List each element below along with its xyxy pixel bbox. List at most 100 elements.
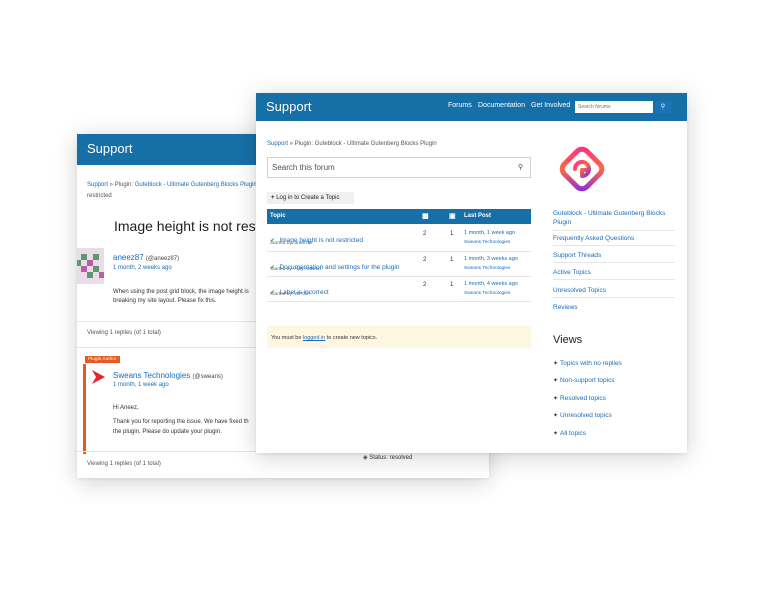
pin-icon: ✦: [553, 413, 559, 419]
topic-table-header: Topic ▩ ▣ Last Post: [267, 209, 531, 224]
view-label: Topics with no replies: [560, 360, 622, 367]
views-heading: Views: [553, 334, 583, 346]
front-header-title[interactable]: Support: [266, 99, 312, 114]
user-avatar[interactable]: [77, 248, 104, 284]
reply-timestamp[interactable]: 1 month, 1 week ago: [113, 382, 169, 388]
back-header-title[interactable]: Support: [87, 141, 133, 156]
reply-body-line1: Thank you for reporting the issue. We ha…: [113, 419, 249, 425]
login-link[interactable]: logged in: [303, 335, 325, 341]
breadcrumb-current: restricted: [87, 193, 112, 199]
view-label: Non-support topics: [560, 377, 615, 384]
replies-icon: ▣: [449, 213, 456, 220]
front-breadcrumb: Support » Plugin: Guteblock - Ultimate G…: [267, 141, 437, 147]
started-by-label: Started by:: [270, 292, 295, 297]
voice-count: 2: [423, 257, 427, 263]
plugin-title-line1: Guteblock - Ultimate Gutenberg Blocks: [553, 210, 666, 217]
breadcrumb-separator: » Plugin:: [108, 182, 135, 188]
forum-search-placeholder: Search this forum: [272, 163, 335, 172]
last-post-author[interactable]: Sweans Technologies: [464, 266, 510, 271]
view-resolved-topics[interactable]: ✦ Resolved topics: [553, 395, 606, 402]
sidebar-link-support-threads[interactable]: Support Threads: [553, 252, 675, 263]
op-author: aneez87 (@aneez87): [113, 253, 179, 262]
author-reply-marker: [83, 364, 86, 454]
topic-row: ✔ Label is incorrect Started by: WPGirl …: [267, 277, 531, 302]
guteblock-logo-icon[interactable]: [553, 140, 611, 198]
notice-text: You must be: [271, 335, 303, 341]
sidebar-plugin-link[interactable]: Guteblock - Ultimate Gutenberg Blocks Pl…: [553, 209, 675, 231]
view-all-topics[interactable]: ✦ All topics: [553, 430, 586, 437]
create-topic-label: Log in to Create a Topic: [276, 195, 340, 201]
topic-author-link[interactable]: WPGirl: [295, 292, 310, 297]
last-post-time[interactable]: 1 month, 4 weeks ago: [464, 281, 518, 287]
nav-forums[interactable]: Forums: [448, 102, 472, 109]
pin-icon: ✦: [553, 396, 559, 402]
op-author-name[interactable]: aneez87: [113, 253, 144, 262]
topic-status: ◈ Status: resolved: [363, 454, 412, 461]
pin-icon: ✦: [553, 378, 559, 384]
breadcrumb-plugin-link[interactable]: Guteblock - Ultimate Gutenberg Blocks Pl…: [135, 182, 257, 188]
view-unresolved-topics[interactable]: ✦ Unresolved topics: [553, 412, 612, 419]
viewing-count-top: Viewing 1 replies (of 1 total): [87, 330, 161, 336]
op-author-handle: (@aneez87): [145, 256, 180, 262]
reply-count: 1: [450, 257, 454, 263]
sidebar-link-reviews[interactable]: Reviews: [553, 304, 675, 314]
reply-count: 1: [450, 282, 454, 288]
forum-search-input[interactable]: Search this forum ⚲: [267, 157, 531, 178]
sweans-logo-icon[interactable]: [90, 369, 106, 385]
topic-author-link[interactable]: Ajay Aravind: [294, 267, 321, 272]
breadcrumb-plugin: » Plugin: Guteblock - Ultimate Gutenberg…: [288, 141, 437, 147]
forum-page-window: Support Forums Documentation Get Involve…: [256, 93, 687, 453]
column-topic: Topic: [270, 213, 286, 219]
topic-row: ✔ Documentation and settings for the plu…: [267, 252, 531, 277]
op-body-line1: When using the post grid block, the imag…: [113, 289, 249, 295]
view-label: Resolved topics: [560, 395, 606, 402]
voice-count: 2: [423, 231, 427, 237]
view-label: Unresolved topics: [560, 412, 612, 419]
header-search-button[interactable]: ⚲: [655, 101, 671, 113]
topic-row: ✔ Image height is not restricted Started…: [267, 227, 531, 252]
reply-count: 1: [450, 231, 454, 237]
search-icon: ⚲: [660, 104, 666, 110]
breadcrumb-support-link[interactable]: Support: [87, 182, 108, 188]
login-notice: You must be logged in to create new topi…: [267, 326, 531, 348]
sidebar-link-faq[interactable]: Frequently Asked Questions: [553, 235, 675, 246]
last-post-author[interactable]: Sweans Technologies: [464, 240, 510, 245]
started-by-label: Started by:: [270, 267, 295, 272]
breadcrumb-support-link[interactable]: Support: [267, 141, 288, 147]
viewing-count-bottom: Viewing 1 replies (of 1 total): [87, 461, 161, 467]
plus-icon: +: [271, 195, 275, 201]
reply-author-handle: (@sweans): [192, 374, 223, 380]
nav-documentation[interactable]: Documentation: [478, 102, 525, 109]
tag-icon: ◈: [363, 455, 368, 461]
started-by-label: Started by:: [270, 241, 295, 246]
reply-greeting: Hi Aneez,: [113, 405, 139, 411]
topic-author-link[interactable]: aneez87: [295, 241, 313, 246]
voice-count: 2: [423, 282, 427, 288]
last-post-time[interactable]: 1 month, 1 week ago: [464, 230, 515, 236]
last-post-time[interactable]: 1 month, 3 weeks ago: [464, 256, 518, 262]
voices-icon: ▩: [422, 213, 429, 220]
last-post-author[interactable]: Sweans Technologies: [464, 291, 510, 296]
sidebar-link-active-topics[interactable]: Active Topics: [553, 269, 675, 280]
pin-icon: ✦: [553, 361, 559, 367]
topic-status-text: Status: resolved: [369, 455, 413, 461]
op-timestamp[interactable]: 1 month, 2 weeks ago: [113, 265, 172, 271]
create-topic-button[interactable]: + Log in to Create a Topic: [267, 192, 354, 204]
view-label: All topics: [560, 430, 587, 437]
column-last-post: Last Post: [464, 213, 492, 219]
view-non-support-topics[interactable]: ✦ Non-support topics: [553, 377, 615, 384]
view-topics-no-replies[interactable]: ✦ Topics with no replies: [553, 360, 622, 367]
reply-body-line2: the plugin. Please do update your plugin…: [113, 429, 222, 435]
header-search-input[interactable]: [575, 101, 653, 113]
notice-text: to create new topics.: [325, 335, 378, 341]
op-body-line2: breaking my site layout. Please fix this…: [113, 298, 217, 304]
sidebar-link-unresolved-topics[interactable]: Unresolved Topics: [553, 287, 675, 298]
plugin-author-badge: Plugin Author: [85, 356, 120, 363]
front-header: Support Forums Documentation Get Involve…: [256, 93, 687, 121]
pin-icon: ✦: [553, 431, 559, 437]
reply-author: Sweans Technologies (@sweans): [113, 371, 223, 380]
nav-get-involved[interactable]: Get Involved: [531, 102, 570, 109]
search-icon[interactable]: ⚲: [518, 163, 523, 171]
reply-author-name[interactable]: Sweans Technologies: [113, 371, 190, 380]
plugin-title-line2: Plugin: [553, 219, 572, 226]
